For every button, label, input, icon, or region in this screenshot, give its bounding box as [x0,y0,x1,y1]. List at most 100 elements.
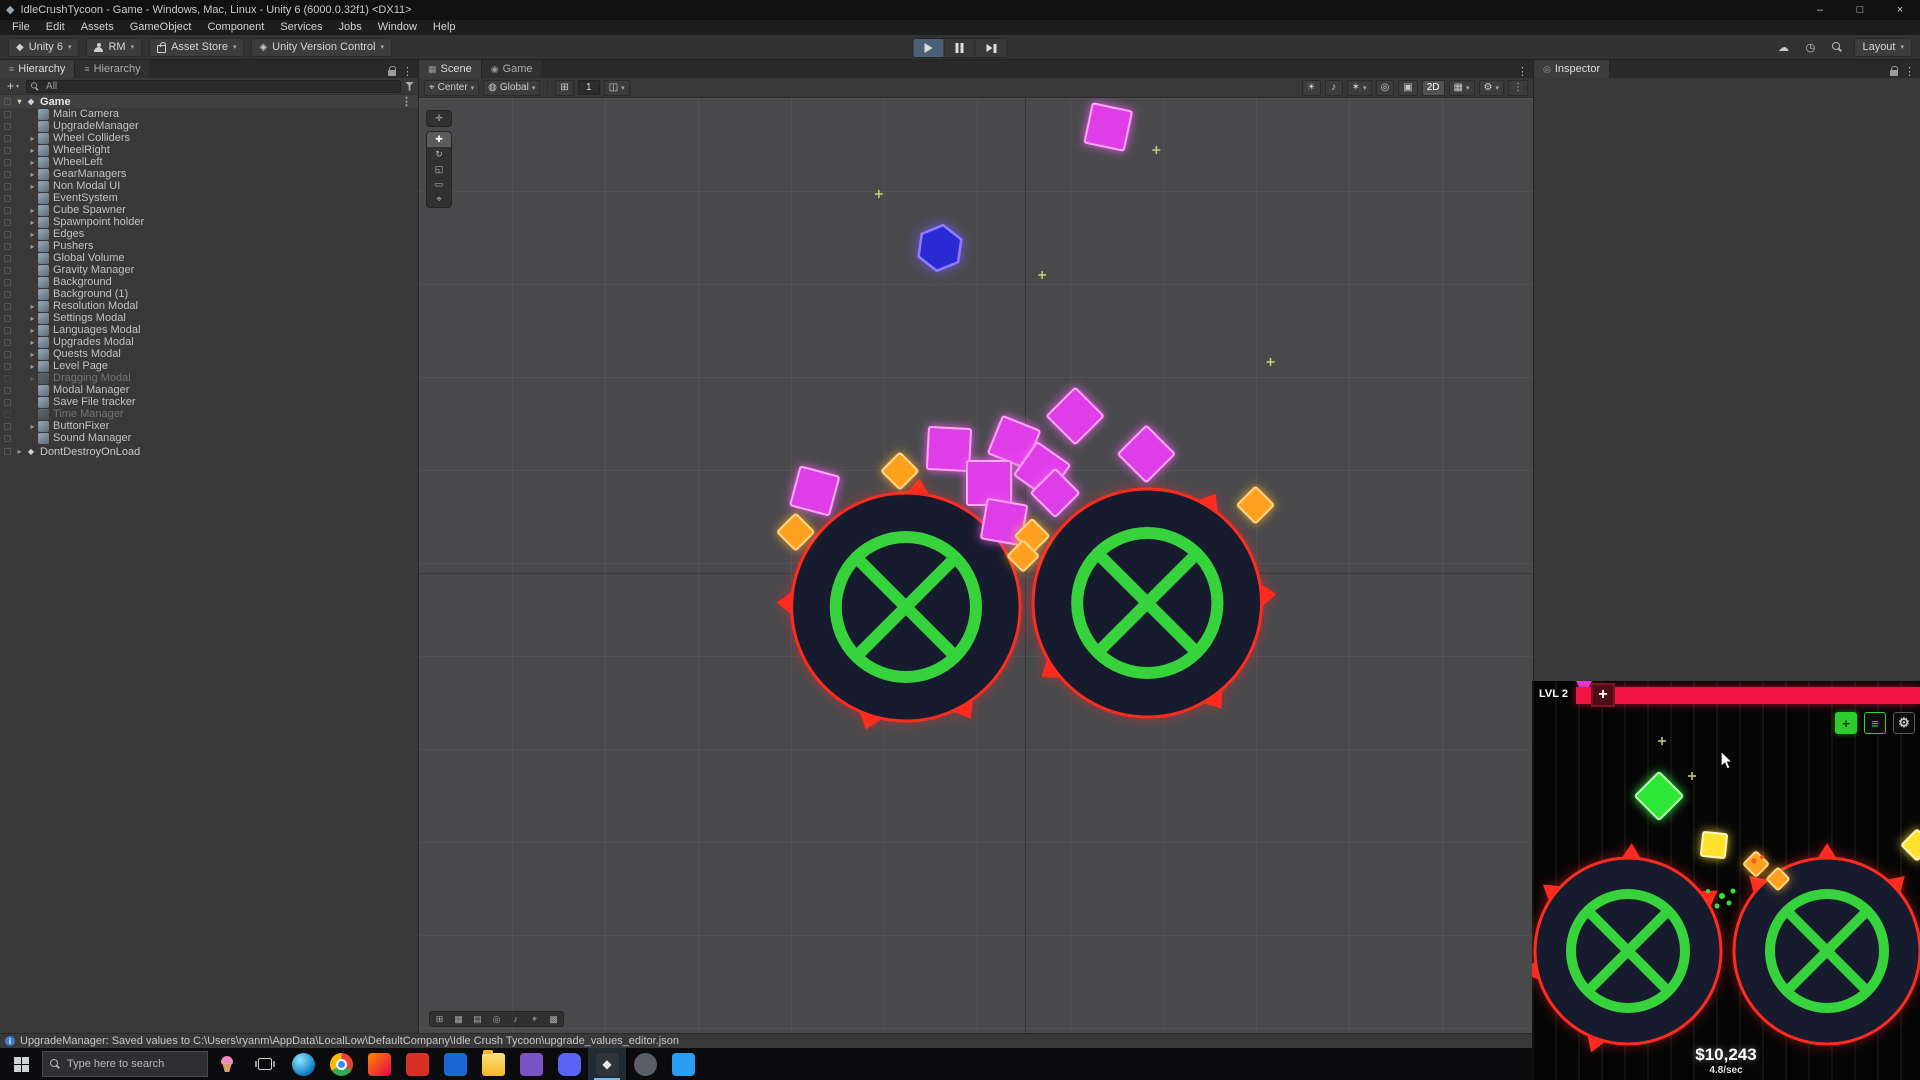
visibility-toggle[interactable] [0,255,14,262]
menu-jobs[interactable]: Jobs [331,20,370,35]
scene-overlay-toggle-3[interactable]: ▤ [468,1012,487,1026]
hierarchy-search-input[interactable]: All [26,80,401,93]
hierarchy-item[interactable]: Background (1) [0,288,418,300]
expand-arrow-icon[interactable]: ▸ [27,146,38,155]
taskbar-app-vscode[interactable] [664,1048,702,1080]
scene-overlay-toggle-7[interactable]: ▩ [544,1012,563,1026]
taskbar-app-chrome[interactable] [322,1048,360,1080]
visibility-toggle[interactable] [0,111,14,118]
visibility-toggle[interactable] [0,448,14,455]
expand-arrow-icon[interactable]: ▸ [27,314,38,323]
visibility-toggle[interactable] [0,315,14,322]
scene-overlay-toggle-4[interactable]: ◎ [487,1012,506,1026]
menu-edit[interactable]: Edit [38,20,73,35]
hierarchy-item[interactable]: Time Manager [0,408,418,420]
scene-root-row[interactable]: ▾ ◆ Game ⋮ [0,95,418,108]
grid-visibility-dropdown[interactable]: ▦ ▾ [1449,80,1475,96]
taskbar-app-blue-app[interactable] [436,1048,474,1080]
layout-dropdown[interactable]: Layout ▾ [1854,38,1912,57]
hierarchy-item[interactable]: ▸Settings Modal [0,312,418,324]
tab-game[interactable]: ◉ Game [482,60,543,78]
grid-snap-toggle[interactable]: ⊞ [555,80,573,96]
scene-overlay-toggle-5[interactable]: ♪ [506,1012,525,1026]
menu-component[interactable]: Component [199,20,272,35]
visibility-toggle[interactable] [0,195,14,202]
transform-tool[interactable]: ⌖ [427,192,451,207]
menu-window[interactable]: Window [370,20,425,35]
menu-services[interactable]: Services [272,20,330,35]
step-button[interactable] [976,39,1007,57]
expand-arrow-icon[interactable]: ▸ [27,218,38,227]
hierarchy-item[interactable]: ▸Resolution Modal [0,300,418,312]
hierarchy-item[interactable]: Save File tracker [0,396,418,408]
start-button[interactable] [0,1048,42,1080]
hierarchy-item[interactable]: ▸Dragging Modal [0,372,418,384]
visibility-toggle[interactable] [0,399,14,406]
hierarchy-item[interactable]: Modal Manager [0,384,418,396]
visibility-toggle[interactable] [0,159,14,166]
menu-help[interactable]: Help [425,20,464,35]
visibility-toggle[interactable] [0,135,14,142]
visibility-toggle[interactable] [0,231,14,238]
task-view-button[interactable] [246,1058,284,1070]
hierarchy-item[interactable]: ▸ButtonFixer [0,420,418,432]
hierarchy-item[interactable]: ▸GearManagers [0,168,418,180]
collapse-arrow-icon[interactable]: ▾ [14,97,25,106]
visibility-toggle[interactable] [0,243,14,250]
menu-gameobject[interactable]: GameObject [122,20,200,35]
taskbar-app-discord[interactable] [550,1048,588,1080]
undo-history-button[interactable]: ◷ [1800,38,1820,57]
search-button[interactable] [1827,38,1847,57]
settings-button[interactable]: ⚙ [1893,712,1915,734]
unity-version-button[interactable]: ◆ Unity 6 ▾ [8,38,79,57]
cloud-button[interactable]: ☁ [1773,38,1793,57]
expand-arrow-icon[interactable]: ▸ [27,182,38,191]
expand-arrow-icon[interactable]: ▸ [27,242,38,251]
effects-dropdown[interactable]: ✶ ▾ [1347,80,1372,96]
hierarchy-item[interactable]: ▸Non Modal UI [0,180,418,192]
scene-canvas[interactable]: ✛ ✚↻◱▭⌖ ⊞▦▤◎♪⌖▩ [419,98,1533,1033]
tool-handle-rotation-dropdown[interactable]: ◍ Global ▾ [483,80,540,96]
visibility-toggle[interactable] [0,435,14,442]
account-button[interactable]: RM ▾ [86,38,142,57]
expand-arrow-icon[interactable]: ▸ [27,302,38,311]
scale-tool[interactable]: ◱ [427,162,451,177]
view-tool[interactable]: ✛ [427,111,451,126]
expand-arrow-icon[interactable]: ▸ [27,374,38,383]
play-button[interactable] [914,39,945,57]
taskbar-app-explorer[interactable] [474,1048,512,1080]
visibility-toggle[interactable] [0,219,14,226]
scene-overlay-toggle-2[interactable]: ▦ [449,1012,468,1026]
menu-file[interactable]: File [4,20,38,35]
hierarchy-item[interactable]: ▸Cube Spawner [0,204,418,216]
expand-arrow-icon[interactable]: ▸ [27,230,38,239]
filter-icon[interactable] [405,82,414,91]
taskbar-search-input[interactable]: Type here to search [42,1051,208,1077]
hierarchy-item[interactable]: Gravity Manager [0,264,418,276]
expand-arrow-icon[interactable]: ▸ [27,134,38,143]
widgets-button[interactable] [208,1056,246,1072]
move-tool[interactable]: ✚ [427,132,451,147]
panel-menu-icon[interactable]: ⋮ [1904,65,1915,78]
expand-arrow-icon[interactable]: ▸ [27,170,38,179]
rect-tool[interactable]: ▭ [427,177,451,192]
visibility-toggle[interactable] [0,411,14,418]
expand-arrow-icon[interactable]: ▸ [14,447,25,456]
scene-visibility-toggle[interactable]: ◎ [1376,80,1395,96]
scene-overlay-toggle-1[interactable]: ⊞ [430,1012,449,1026]
version-control-button[interactable]: ◈ Unity Version Control ▾ [251,38,392,57]
grid-size-field[interactable]: 1 [578,80,600,95]
camera-settings-button[interactable]: ▣ [1398,80,1417,96]
expand-arrow-icon[interactable]: ▸ [27,206,38,215]
hierarchy-item[interactable]: UpgradeManager [0,120,418,132]
taskbar-app-gray-app[interactable] [626,1048,664,1080]
menu-assets[interactable]: Assets [73,20,122,35]
visibility-toggle[interactable] [0,279,14,286]
lighting-toggle[interactable]: ☀ [1302,80,1321,96]
hierarchy-item[interactable]: Global Volume [0,252,418,264]
close-button[interactable]: × [1880,0,1920,20]
hierarchy-item[interactable]: Background [0,276,418,288]
tab-scene[interactable]: ▦ Scene [419,60,482,78]
scene-overlay-toggle-6[interactable]: ⌖ [525,1012,544,1026]
hierarchy-item[interactable]: ▸Languages Modal [0,324,418,336]
